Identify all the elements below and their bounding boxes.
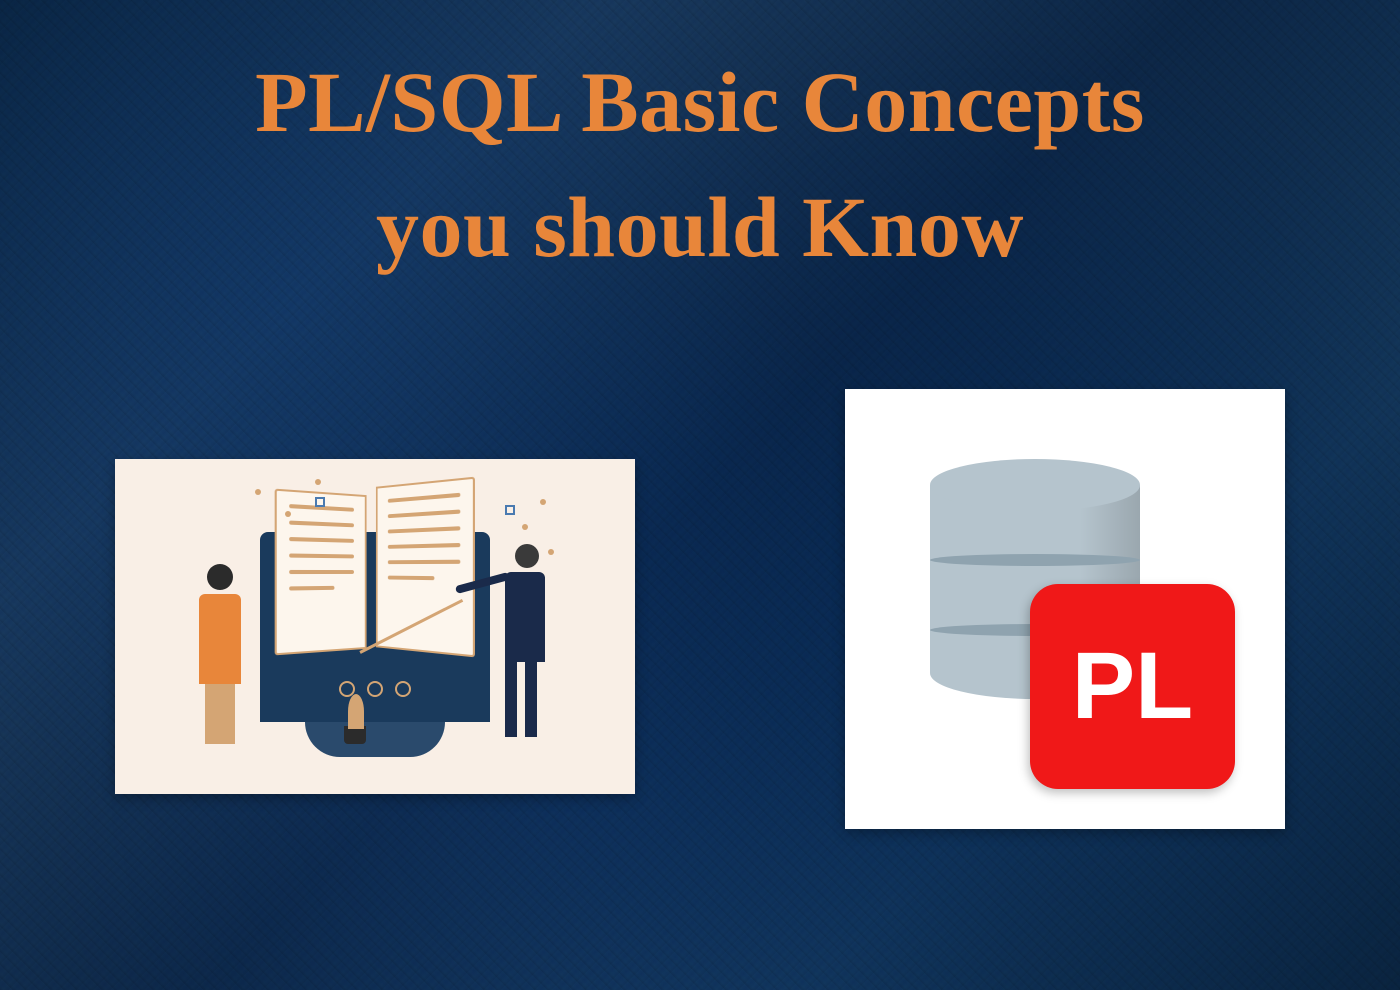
cards-row: PL — [0, 459, 1400, 829]
pl-badge-label: PL — [1072, 632, 1193, 741]
monitor-icon — [260, 532, 490, 722]
main-title: PL/SQL Basic Concepts you should Know — [0, 0, 1400, 289]
title-line-1: PL/SQL Basic Concepts — [0, 40, 1400, 165]
learning-illustration-card — [115, 459, 635, 794]
database-pl-card: PL — [845, 389, 1285, 829]
person-woman-icon — [190, 564, 250, 744]
title-line-2: you should Know — [0, 165, 1400, 290]
person-man-icon — [495, 544, 565, 744]
plant-icon — [340, 694, 370, 744]
pl-badge: PL — [1030, 584, 1235, 789]
